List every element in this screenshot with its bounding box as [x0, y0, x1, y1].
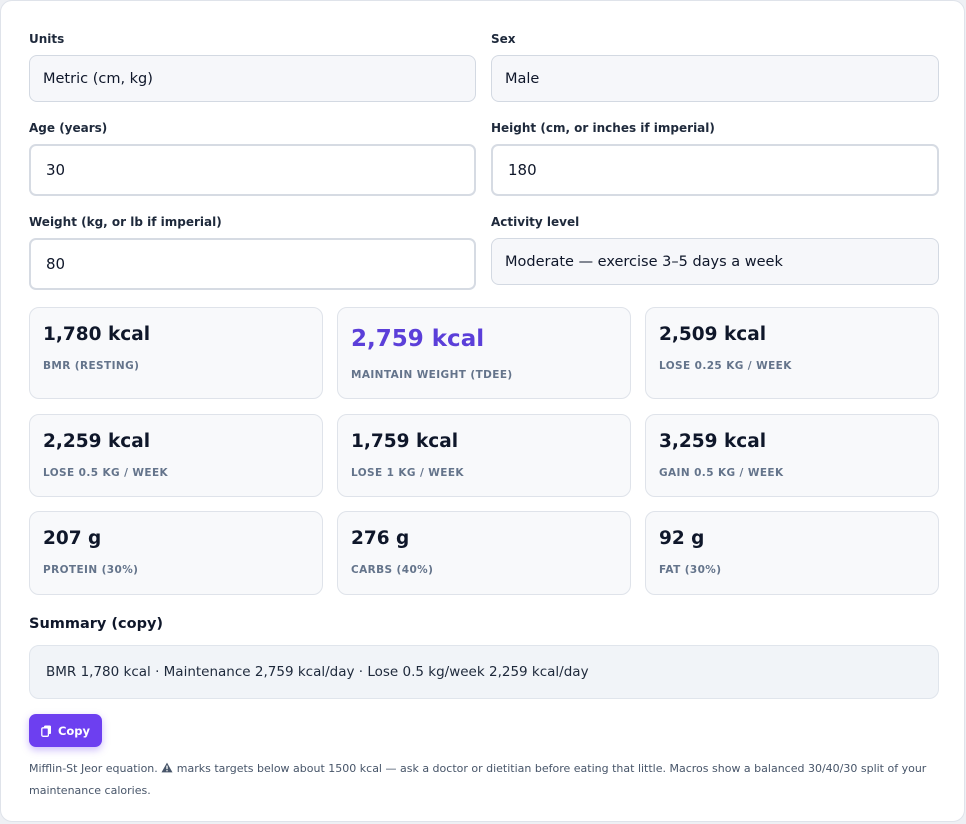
stat-caption: LOSE 0.5 KG / WEEK	[43, 467, 169, 479]
fat-stat: 92 g FAT (30%)	[645, 511, 939, 595]
stat-value: 276 g	[351, 528, 410, 549]
sex-label: Sex	[491, 32, 516, 46]
copy-button[interactable]: Copy	[29, 714, 102, 747]
footnote-lead: Mifflin-St Jeor equation.	[29, 762, 158, 775]
stat-caption: BMR (RESTING)	[43, 360, 140, 372]
footnote: Mifflin-St Jeor equation. marks targets …	[29, 758, 939, 801]
activity-select[interactable]: Moderate — exercise 3–5 days a week	[491, 238, 939, 285]
lose-one-stat: 1,759 kcal LOSE 1 KG / WEEK	[337, 414, 631, 497]
stat-value: 1,780 kcal	[43, 324, 151, 345]
stat-value: 207 g	[43, 528, 102, 549]
stat-value: 2,509 kcal	[659, 324, 767, 345]
stat-caption: FAT (30%)	[659, 564, 722, 576]
height-label: Height (cm, or inches if imperial)	[491, 121, 715, 135]
height-input[interactable]: 180	[491, 144, 939, 196]
weight-label: Weight (kg, or lb if imperial)	[29, 215, 222, 229]
stat-caption: LOSE 1 KG / WEEK	[351, 467, 464, 479]
carbs-stat: 276 g CARBS (40%)	[337, 511, 631, 595]
age-input[interactable]: 30	[29, 144, 476, 196]
stat-value: 2,259 kcal	[43, 431, 151, 452]
protein-stat: 207 g PROTEIN (30%)	[29, 511, 323, 595]
lose-half-stat: 2,259 kcal LOSE 0.5 KG / WEEK	[29, 414, 323, 497]
units-label: Units	[29, 32, 65, 46]
tdee-stat: 2,759 kcal MAINTAIN WEIGHT (TDEE)	[337, 307, 631, 399]
warning-icon	[161, 759, 173, 780]
stat-value: 3,259 kcal	[659, 431, 767, 452]
copy-icon	[41, 725, 52, 737]
units-select[interactable]: Metric (cm, kg)	[29, 55, 476, 102]
stat-caption: LOSE 0.25 KG / WEEK	[659, 360, 792, 372]
stat-caption: MAINTAIN WEIGHT (TDEE)	[351, 369, 513, 381]
stat-value: 92 g	[659, 528, 705, 549]
lose-quarter-stat: 2,509 kcal LOSE 0.25 KG / WEEK	[645, 307, 939, 399]
stat-caption: GAIN 0.5 KG / WEEK	[659, 467, 784, 479]
weight-input[interactable]: 80	[29, 238, 476, 290]
stat-caption: PROTEIN (30%)	[43, 564, 139, 576]
age-label: Age (years)	[29, 121, 108, 135]
bmr-stat: 1,780 kcal BMR (RESTING)	[29, 307, 323, 399]
summary-title: Summary (copy)	[29, 616, 164, 632]
stat-value: 1,759 kcal	[351, 431, 459, 452]
summary-text[interactable]: BMR 1,780 kcal · Maintenance 2,759 kcal/…	[29, 645, 939, 699]
copy-button-label: Copy	[57, 723, 91, 738]
sex-select[interactable]: Male	[491, 55, 939, 102]
stat-caption: CARBS (40%)	[351, 564, 434, 576]
activity-label: Activity level	[491, 215, 580, 229]
stat-value: 2,759 kcal	[351, 326, 485, 352]
gain-half-stat: 3,259 kcal GAIN 0.5 KG / WEEK	[645, 414, 939, 497]
calorie-calculator-card: Units Metric (cm, kg) Sex Male Age (year…	[0, 0, 965, 822]
